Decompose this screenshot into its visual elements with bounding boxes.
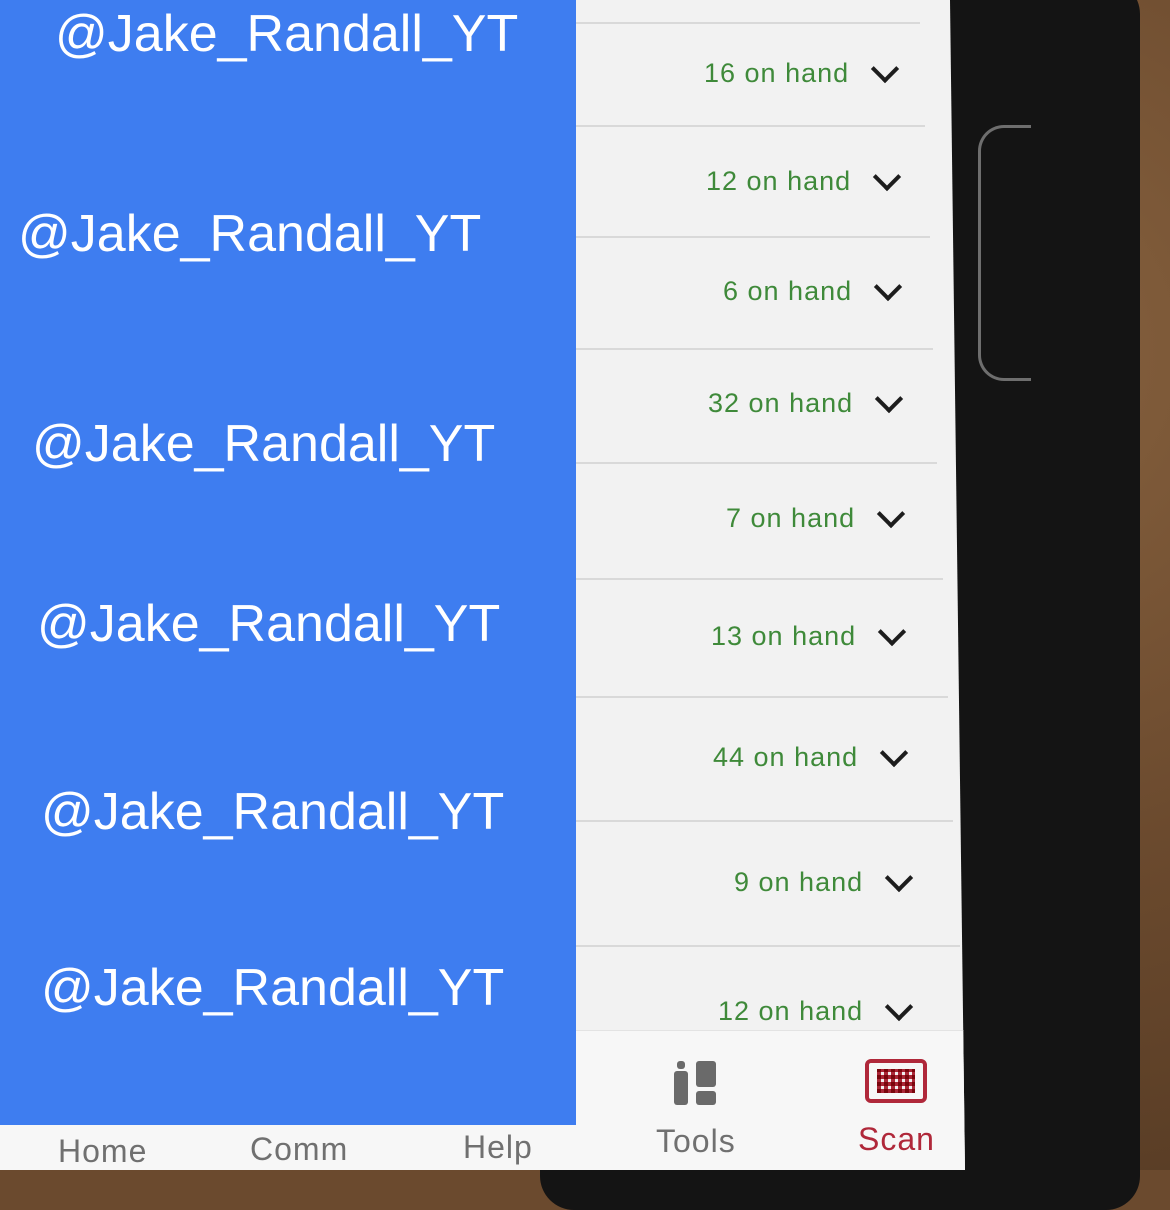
row-divider xyxy=(575,945,960,947)
list-item[interactable]: 12 on hand xyxy=(718,992,914,1027)
chevron-down-icon[interactable] xyxy=(874,384,904,413)
list-item[interactable]: 32 on hand xyxy=(708,384,904,419)
chevron-down-icon[interactable] xyxy=(873,272,903,301)
stock-count: 13 on hand xyxy=(711,621,857,651)
stock-count: 16 on hand xyxy=(704,58,850,88)
row-divider xyxy=(575,348,933,350)
row-divider xyxy=(575,462,937,464)
row-divider xyxy=(575,820,953,822)
list-item[interactable]: 12 on hand xyxy=(706,162,902,197)
tab-comm-label: Comm xyxy=(250,1131,349,1167)
list-item[interactable]: 9 on hand xyxy=(734,863,914,898)
list-item[interactable]: 6 on hand xyxy=(723,272,903,307)
tab-scan[interactable]: Scan xyxy=(858,1059,935,1158)
chevron-down-icon[interactable] xyxy=(870,54,900,83)
watermark-text: @Jake_Randall_YT xyxy=(41,783,505,841)
watermark-text: @Jake_Randall_YT xyxy=(55,5,519,63)
stock-count: 7 on hand xyxy=(726,503,856,533)
row-divider xyxy=(575,236,930,238)
list-item[interactable]: 7 on hand xyxy=(726,499,906,534)
tab-comm[interactable]: Comm xyxy=(250,1131,348,1168)
stock-count: 9 on hand xyxy=(734,867,864,897)
phone-side-button xyxy=(978,125,1031,381)
tab-home[interactable]: Home xyxy=(58,1133,147,1170)
list-item[interactable]: 13 on hand xyxy=(711,617,907,652)
chevron-down-icon[interactable] xyxy=(877,617,907,646)
watermark-text: @Jake_Randall_YT xyxy=(41,959,505,1017)
stock-count: 12 on hand xyxy=(706,166,852,196)
row-divider xyxy=(575,578,943,580)
tab-home-label: Home xyxy=(58,1133,148,1169)
chevron-down-icon[interactable] xyxy=(876,499,906,528)
tab-help-label: Help xyxy=(463,1129,533,1165)
list-item[interactable]: 44 on hand xyxy=(713,738,909,773)
watermark-text: @Jake_Randall_YT xyxy=(37,595,501,653)
watermark-panel: @Jake_Randall_YT @Jake_Randall_YT @Jake_… xyxy=(0,0,576,1125)
tab-tools-label: Tools xyxy=(656,1123,736,1159)
stock-count: 44 on hand xyxy=(713,742,859,772)
chevron-down-icon[interactable] xyxy=(872,162,902,191)
row-divider xyxy=(575,696,948,698)
tab-help[interactable]: Help xyxy=(463,1129,533,1166)
list-item[interactable]: 16 on hand xyxy=(704,54,900,89)
chevron-down-icon[interactable] xyxy=(879,738,909,767)
barcode-scan-icon xyxy=(865,1059,928,1103)
watermark-text: @Jake_Randall_YT xyxy=(18,205,482,263)
chevron-down-icon[interactable] xyxy=(884,992,914,1021)
tab-tools[interactable]: Tools xyxy=(656,1061,736,1160)
chevron-down-icon[interactable] xyxy=(884,863,914,892)
tools-icon xyxy=(673,1061,718,1105)
row-divider xyxy=(575,125,925,127)
stock-count: 32 on hand xyxy=(708,388,854,418)
stock-count: 6 on hand xyxy=(723,276,853,306)
stock-count: 12 on hand xyxy=(718,996,864,1026)
row-divider xyxy=(575,22,920,24)
tab-scan-label: Scan xyxy=(858,1121,935,1157)
watermark-text: @Jake_Randall_YT xyxy=(32,415,496,473)
